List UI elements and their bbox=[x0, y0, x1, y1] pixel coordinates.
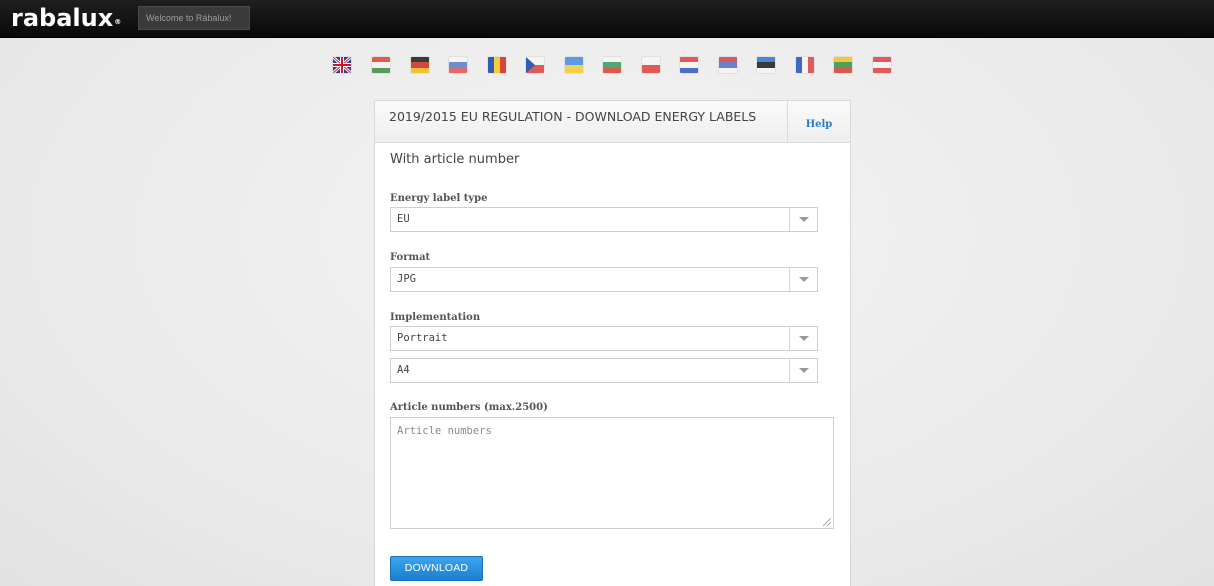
flag-bg-icon[interactable] bbox=[603, 57, 621, 73]
download-button[interactable]: DOWNLOAD bbox=[390, 556, 483, 581]
energy-label-type-select[interactable]: EU bbox=[390, 207, 818, 232]
flag-ro-icon[interactable] bbox=[488, 57, 506, 73]
article-numbers-label: Article numbers (max.2500) bbox=[390, 402, 548, 413]
panel-header: 2019/2015 EU REGULATION - DOWNLOAD ENERG… bbox=[375, 101, 850, 143]
flag-uk-icon[interactable] bbox=[333, 57, 351, 73]
format-label: Format bbox=[390, 252, 431, 263]
flag-ee-icon[interactable] bbox=[757, 57, 775, 73]
flag-de-icon[interactable] bbox=[411, 57, 429, 73]
flag-ua-icon[interactable] bbox=[565, 57, 583, 73]
welcome-message: Welcome to Rábalux! bbox=[138, 6, 250, 30]
article-numbers-placeholder: Article numbers bbox=[397, 425, 492, 437]
dropdown-arrow-icon bbox=[789, 359, 817, 382]
dropdown-arrow-icon bbox=[789, 268, 817, 291]
article-numbers-textarea[interactable]: Article numbers bbox=[390, 417, 834, 529]
dropdown-arrow-icon bbox=[789, 208, 817, 231]
energy-label-panel: 2019/2015 EU REGULATION - DOWNLOAD ENERG… bbox=[374, 100, 851, 586]
help-link[interactable]: Help bbox=[806, 119, 833, 130]
logo-text: rabalux bbox=[11, 4, 114, 32]
flag-lt-icon[interactable] bbox=[834, 57, 852, 73]
rabalux-logo[interactable]: rabalux® bbox=[11, 4, 121, 32]
orientation-value: Portrait bbox=[397, 332, 448, 344]
format-select[interactable]: JPG bbox=[390, 267, 818, 292]
panel-title: 2019/2015 EU REGULATION - DOWNLOAD ENERG… bbox=[389, 109, 757, 124]
flag-rs-icon[interactable] bbox=[719, 57, 737, 73]
dropdown-arrow-icon bbox=[789, 327, 817, 350]
flag-hu-icon[interactable] bbox=[372, 57, 390, 73]
paper-size-value: A4 bbox=[397, 364, 410, 376]
help-box: Help bbox=[787, 101, 850, 142]
flag-hr-icon[interactable] bbox=[680, 57, 698, 73]
logo-registered-mark: ® bbox=[114, 18, 122, 26]
flag-sk-icon[interactable] bbox=[449, 57, 467, 73]
energy-label-type-label: Energy label type bbox=[390, 193, 488, 204]
orientation-select[interactable]: Portrait bbox=[390, 326, 818, 351]
flag-cz-icon[interactable] bbox=[526, 57, 544, 73]
resize-grip-icon[interactable] bbox=[823, 518, 831, 526]
implementation-label: Implementation bbox=[390, 312, 481, 323]
energy-label-type-value: EU bbox=[397, 213, 410, 225]
flag-pl-icon[interactable] bbox=[642, 57, 660, 73]
top-bar: rabalux® Welcome to Rábalux! bbox=[0, 0, 1214, 38]
language-selector bbox=[333, 57, 893, 73]
flag-at-icon[interactable] bbox=[873, 57, 891, 73]
format-value: JPG bbox=[397, 273, 416, 285]
section-title: With article number bbox=[390, 152, 520, 167]
flag-fr-icon[interactable] bbox=[796, 57, 814, 73]
paper-size-select[interactable]: A4 bbox=[390, 358, 818, 383]
